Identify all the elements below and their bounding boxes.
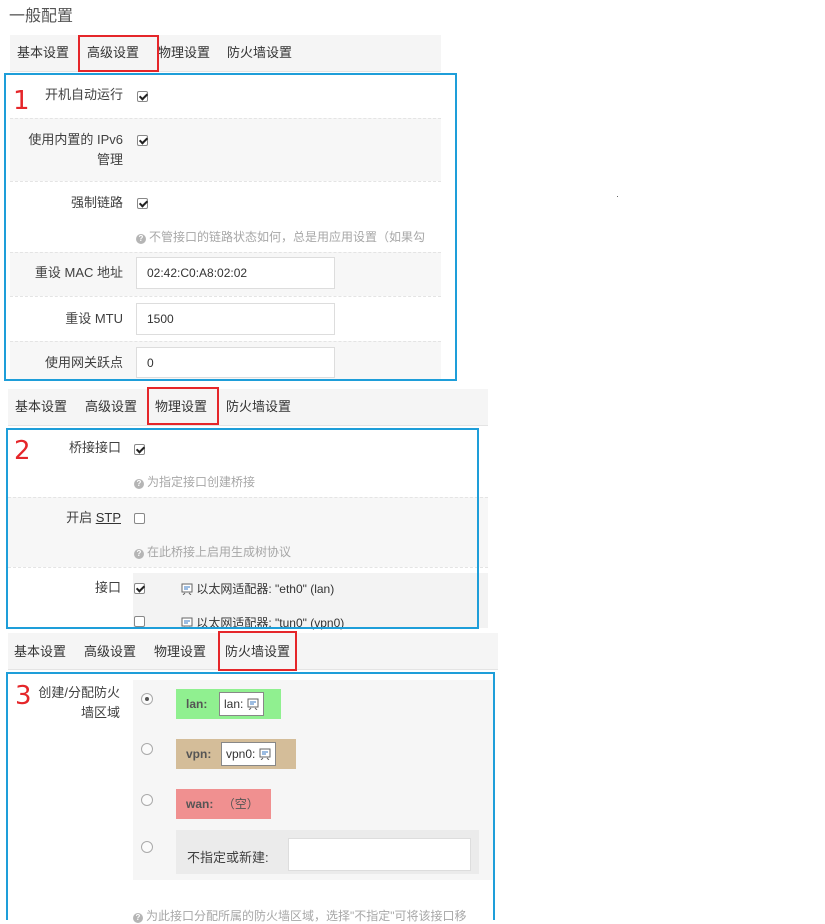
- marker-2: 2: [14, 436, 31, 466]
- marker-3: 3: [15, 681, 32, 711]
- highlight-tab-physical: [147, 387, 219, 425]
- highlight-section-1: [4, 73, 457, 381]
- tab-physical[interactable]: 物理设置: [158, 35, 210, 71]
- highlight-tab-advanced: [78, 35, 159, 72]
- highlight-tab-firewall: [218, 631, 297, 671]
- highlight-section-3: [6, 672, 495, 920]
- tab-basic[interactable]: 基本设置: [15, 389, 67, 425]
- stray-dot: [617, 196, 618, 197]
- tab-advanced[interactable]: 高级设置: [84, 634, 136, 670]
- tab-basic[interactable]: 基本设置: [17, 35, 69, 71]
- marker-1: 1: [13, 86, 30, 116]
- tab-bar-1: [10, 35, 441, 72]
- page-title: 一般配置: [9, 8, 74, 25]
- highlight-section-2: [6, 428, 479, 629]
- tab-advanced[interactable]: 高级设置: [85, 389, 137, 425]
- tab-firewall[interactable]: 防火墙设置: [226, 389, 291, 425]
- tab-basic[interactable]: 基本设置: [14, 634, 66, 670]
- tab-firewall[interactable]: 防火墙设置: [227, 35, 292, 71]
- tab-physical[interactable]: 物理设置: [154, 634, 206, 670]
